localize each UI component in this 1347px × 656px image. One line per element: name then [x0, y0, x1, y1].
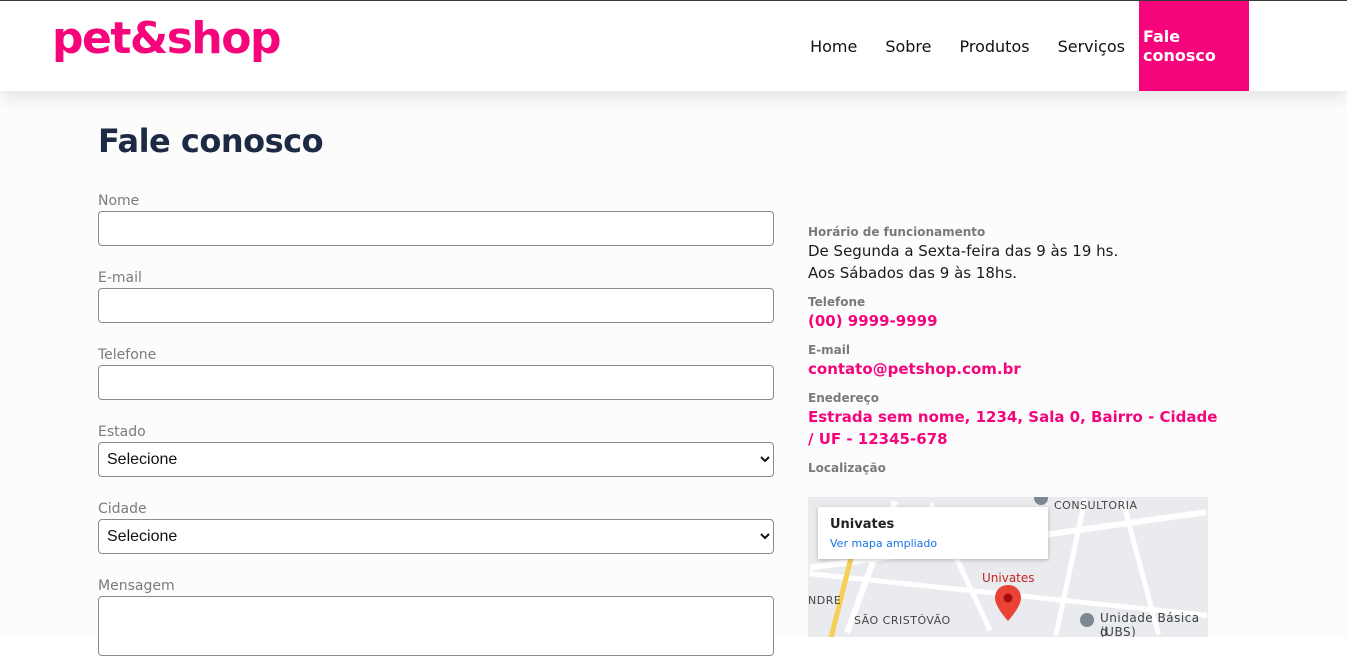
map-pin-icon: [1034, 497, 1048, 505]
horario-line-1: De Segunda a Sexta-feira das 9 às 19 hs.: [808, 242, 1119, 260]
site-logo[interactable]: pet&shop: [52, 13, 281, 64]
horario-line-2: Aos Sábados das 9 às 18hs.: [808, 264, 1018, 282]
map-place-card: Univates Ver mapa ampliado: [818, 507, 1048, 559]
location-map[interactable]: CONSULTORIA NDRE SÃO CRISTÓVÃO Unidade B…: [808, 497, 1208, 637]
contact-form: Nome E-mail Telefone Estado Selecione Ci…: [98, 191, 774, 656]
contact-info: Horário de funcionamento De Segunda a Se…: [808, 224, 1228, 476]
telefone-input[interactable]: [98, 365, 774, 400]
email-info-value[interactable]: contato@petshop.com.br: [808, 358, 1228, 380]
estado-label: Estado: [98, 424, 146, 440]
field-cidade: Cidade Selecione: [98, 499, 774, 554]
map-enlarge-link[interactable]: Ver mapa ampliado: [830, 537, 937, 550]
telefone-info-label: Telefone: [808, 295, 866, 309]
mensagem-label: Mensagem: [98, 578, 175, 594]
email-info-label: E-mail: [808, 343, 851, 357]
map-place-title: Univates: [830, 517, 895, 532]
field-nome: Nome: [98, 191, 774, 246]
nav-servicos[interactable]: Serviços: [1044, 1, 1139, 91]
nav-sobre[interactable]: Sobre: [871, 1, 945, 91]
page-title: Fale conosco: [98, 122, 324, 160]
nav-home[interactable]: Home: [796, 1, 871, 91]
field-estado: Estado Selecione: [98, 422, 774, 477]
map-marker-label: Univates: [982, 571, 1035, 585]
telefone-label: Telefone: [98, 347, 157, 363]
email-input[interactable]: [98, 288, 774, 323]
map-marker-icon[interactable]: [995, 585, 1021, 621]
contact-page: Fale conosco Nome E-mail Telefone Estado…: [0, 91, 1347, 656]
nome-input[interactable]: [98, 211, 774, 246]
place-icon: [1080, 613, 1094, 627]
field-telefone: Telefone: [98, 345, 774, 400]
horario-label: Horário de funcionamento: [808, 225, 986, 239]
endereco-label: Enedereço: [808, 391, 880, 405]
map-label-ndre: NDRE: [808, 594, 842, 607]
email-label: E-mail: [98, 270, 142, 286]
field-email: E-mail: [98, 268, 774, 323]
endereco-value: Estrada sem nome, 1234, Sala 0, Bairro -…: [808, 408, 1218, 448]
main-nav: Home Sobre Produtos Serviços Fale conosc…: [796, 1, 1249, 91]
map-label-sao-cristovao: SÃO CRISTÓVÃO: [854, 614, 951, 627]
telefone-info-value[interactable]: (00) 9999-9999: [808, 310, 1228, 332]
mensagem-textarea[interactable]: [98, 596, 774, 656]
localizacao-label: Localização: [808, 461, 886, 475]
site-header: pet&shop Home Sobre Produtos Serviços Fa…: [0, 1, 1347, 91]
cidade-select[interactable]: Selecione: [98, 519, 774, 554]
map-label-consultoria: CONSULTORIA: [1054, 499, 1138, 512]
estado-select[interactable]: Selecione: [98, 442, 774, 477]
nav-fale-conosco[interactable]: Fale conosco: [1139, 1, 1249, 91]
map-label-ubs-2: (UBS) Universitár: [1100, 625, 1137, 637]
field-mensagem: Mensagem: [98, 576, 774, 656]
nome-label: Nome: [98, 193, 140, 209]
cidade-label: Cidade: [98, 501, 147, 517]
nav-produtos[interactable]: Produtos: [946, 1, 1044, 91]
